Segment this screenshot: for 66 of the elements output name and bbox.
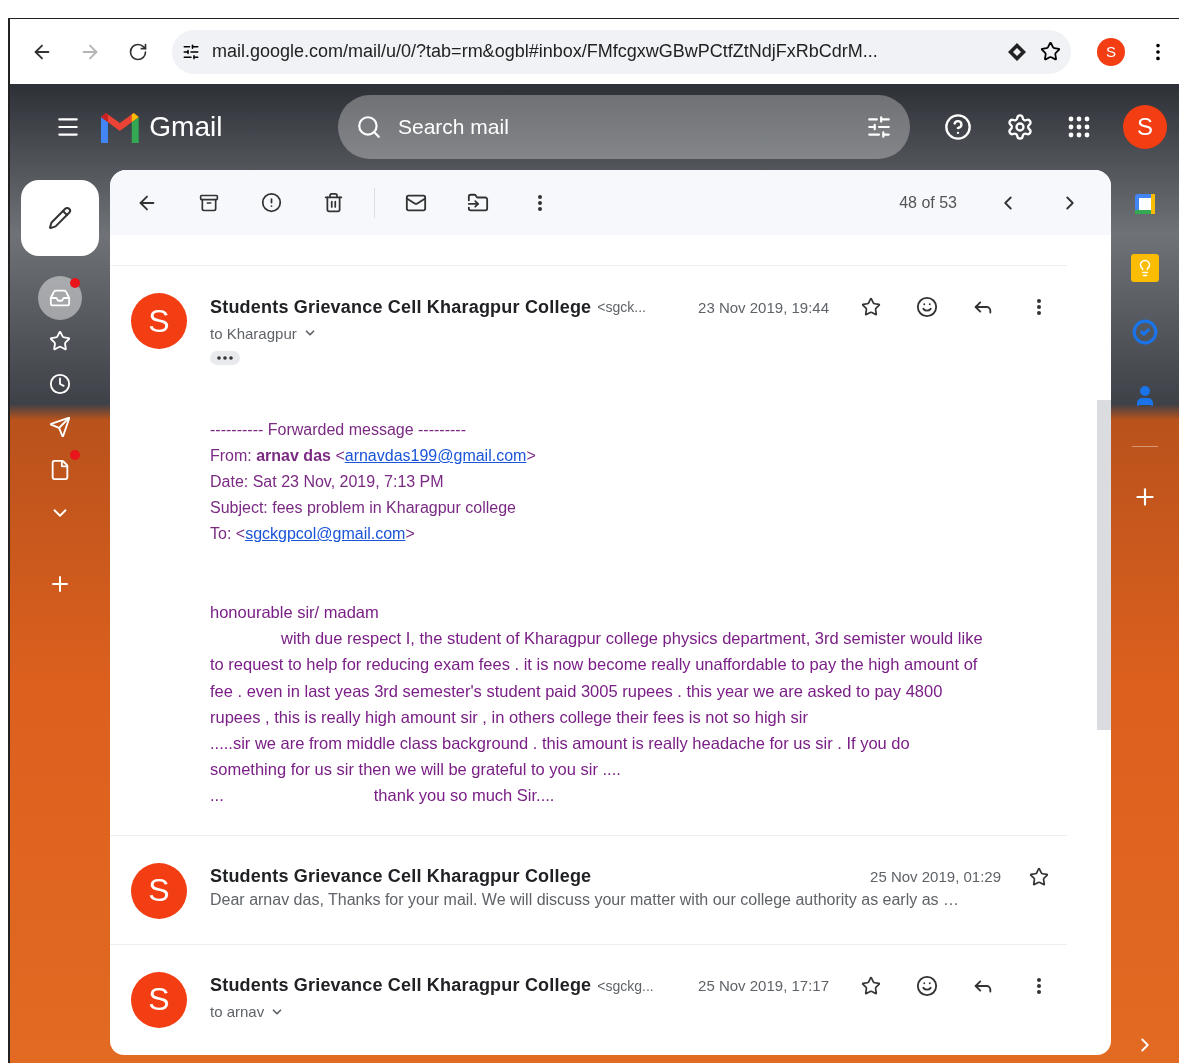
help-icon bbox=[943, 113, 972, 141]
sender-avatar: S bbox=[131, 971, 187, 1028]
from-line: From: arnav das <arnavdas199@gmail.com> bbox=[210, 446, 537, 466]
subject-line: Subject: fees problem in Kharagpur college bbox=[210, 498, 517, 518]
show-trimmed-button[interactable] bbox=[210, 351, 240, 365]
star-icon bbox=[49, 330, 71, 352]
sender-avatar: S bbox=[131, 293, 187, 349]
to-line: To: <sgckgpcol@gmail.com> bbox=[210, 524, 416, 544]
address-bar[interactable]: mail.google.com/mail/u/0/?tab=rm&ogbl#inbox/FMfcgxwGBwPCtfZtNdjFxRbCdrM... bbox=[172, 29, 1071, 74]
search-input[interactable]: Search mail bbox=[395, 114, 853, 140]
star-icon bbox=[1029, 866, 1049, 887]
folder-icon bbox=[467, 191, 489, 214]
sender-email: <sgck... bbox=[597, 299, 646, 315]
compose-button[interactable] bbox=[21, 180, 99, 256]
profile-avatar[interactable]: S bbox=[1097, 37, 1125, 66]
send-icon bbox=[49, 416, 71, 438]
settings-icon bbox=[1005, 113, 1034, 141]
smiley-icon bbox=[916, 974, 938, 997]
account-avatar[interactable]: S bbox=[1123, 105, 1168, 149]
date-line: Date: Sat 23 Nov, 2019, 7:13 PM bbox=[210, 472, 445, 492]
file-icon bbox=[49, 459, 71, 481]
message-date: 25 Nov 2019, 17:17 bbox=[698, 977, 829, 995]
reload-icon bbox=[128, 41, 148, 62]
search-icon bbox=[355, 114, 382, 140]
archive-icon bbox=[199, 192, 219, 213]
apps-grid-icon bbox=[1068, 116, 1091, 138]
vertical-dots-icon bbox=[538, 194, 542, 211]
star-icon bbox=[861, 975, 881, 996]
search-field[interactable]: Search mail bbox=[337, 95, 911, 159]
message-snippet[interactable]: Dear arnav das, Thanks for your mail. We will discuss your matter with our college authority as early as … bbox=[210, 890, 1067, 909]
vertical-dots-icon bbox=[1037, 299, 1041, 315]
url-text: mail.google.com/mail/u/0/?tab=rm&ogbl#inbox/FMfcgxwGBwPCtfZtNdjFxRbCdrM... bbox=[212, 41, 879, 62]
message-date: 23 Nov 2019, 19:44 bbox=[698, 298, 829, 316]
star-icon bbox=[861, 297, 881, 317]
forward-divider-text: ---------- Forwarded message --------- bbox=[210, 420, 467, 440]
message-count: 48 of 53 bbox=[899, 193, 957, 212]
diamond-icon[interactable] bbox=[1006, 40, 1028, 63]
recipient-dropdown[interactable]: to arnav bbox=[210, 999, 1067, 1024]
body-paragraph: .....sir we are from middle class background . this amount is really headache for us sir . If you do something for us sir then we will be grateful to you sir .... bbox=[210, 733, 911, 781]
ellipsis-text: ... bbox=[210, 785, 224, 807]
filter-icon[interactable] bbox=[866, 114, 893, 140]
clock-icon bbox=[49, 373, 71, 395]
vertical-dots-icon bbox=[1037, 977, 1041, 994]
nav-item[interactable] bbox=[38, 276, 82, 320]
sender-name: Students Grievance Cell Kharagpur College bbox=[210, 296, 592, 318]
closing-text: thank you so much Sir.... bbox=[373, 785, 555, 807]
recipient-dropdown[interactable]: to Kharagpur bbox=[210, 321, 1067, 345]
sender-email: <sgckg... bbox=[597, 977, 654, 994]
scrollbar-thumb[interactable] bbox=[1097, 400, 1111, 730]
alert-icon bbox=[260, 192, 282, 213]
site-settings-icon[interactable] bbox=[182, 42, 200, 61]
pencil-icon bbox=[48, 206, 72, 230]
app-name: Gmail bbox=[149, 111, 224, 143]
dots-icon bbox=[217, 356, 233, 360]
bookmark-star-icon[interactable] bbox=[1040, 41, 1061, 62]
smiley-icon bbox=[916, 296, 938, 318]
email-link[interactable]: arnavdas199@gmail.com bbox=[344, 447, 527, 464]
inbox-icon bbox=[49, 287, 71, 309]
message-date: 25 Nov 2019, 01:29 bbox=[870, 868, 1001, 886]
sender-name: Students Grievance Cell Kharagpur College bbox=[210, 975, 592, 997]
email-link[interactable]: sgckgpcol@gmail.com bbox=[245, 525, 406, 542]
sender-avatar: S bbox=[131, 862, 187, 919]
sender-name: Students Grievance Cell Kharagpur College bbox=[210, 866, 592, 888]
body-paragraph: with due respect I, the student of Kharagpur college physics department, 3rd semister would like to request to help for reducing exam fees . it is now become really unaffordable to pay the high amount of fee . even in last yeas 3rd semester's student paid 3005 rupees . this year we are asked to pay 4800 rupees , this is really high amount sir , in others college their fees is not so high sir bbox=[210, 628, 984, 728]
greeting-text: honourable sir/ madam bbox=[210, 602, 380, 623]
trash-icon bbox=[322, 192, 344, 213]
